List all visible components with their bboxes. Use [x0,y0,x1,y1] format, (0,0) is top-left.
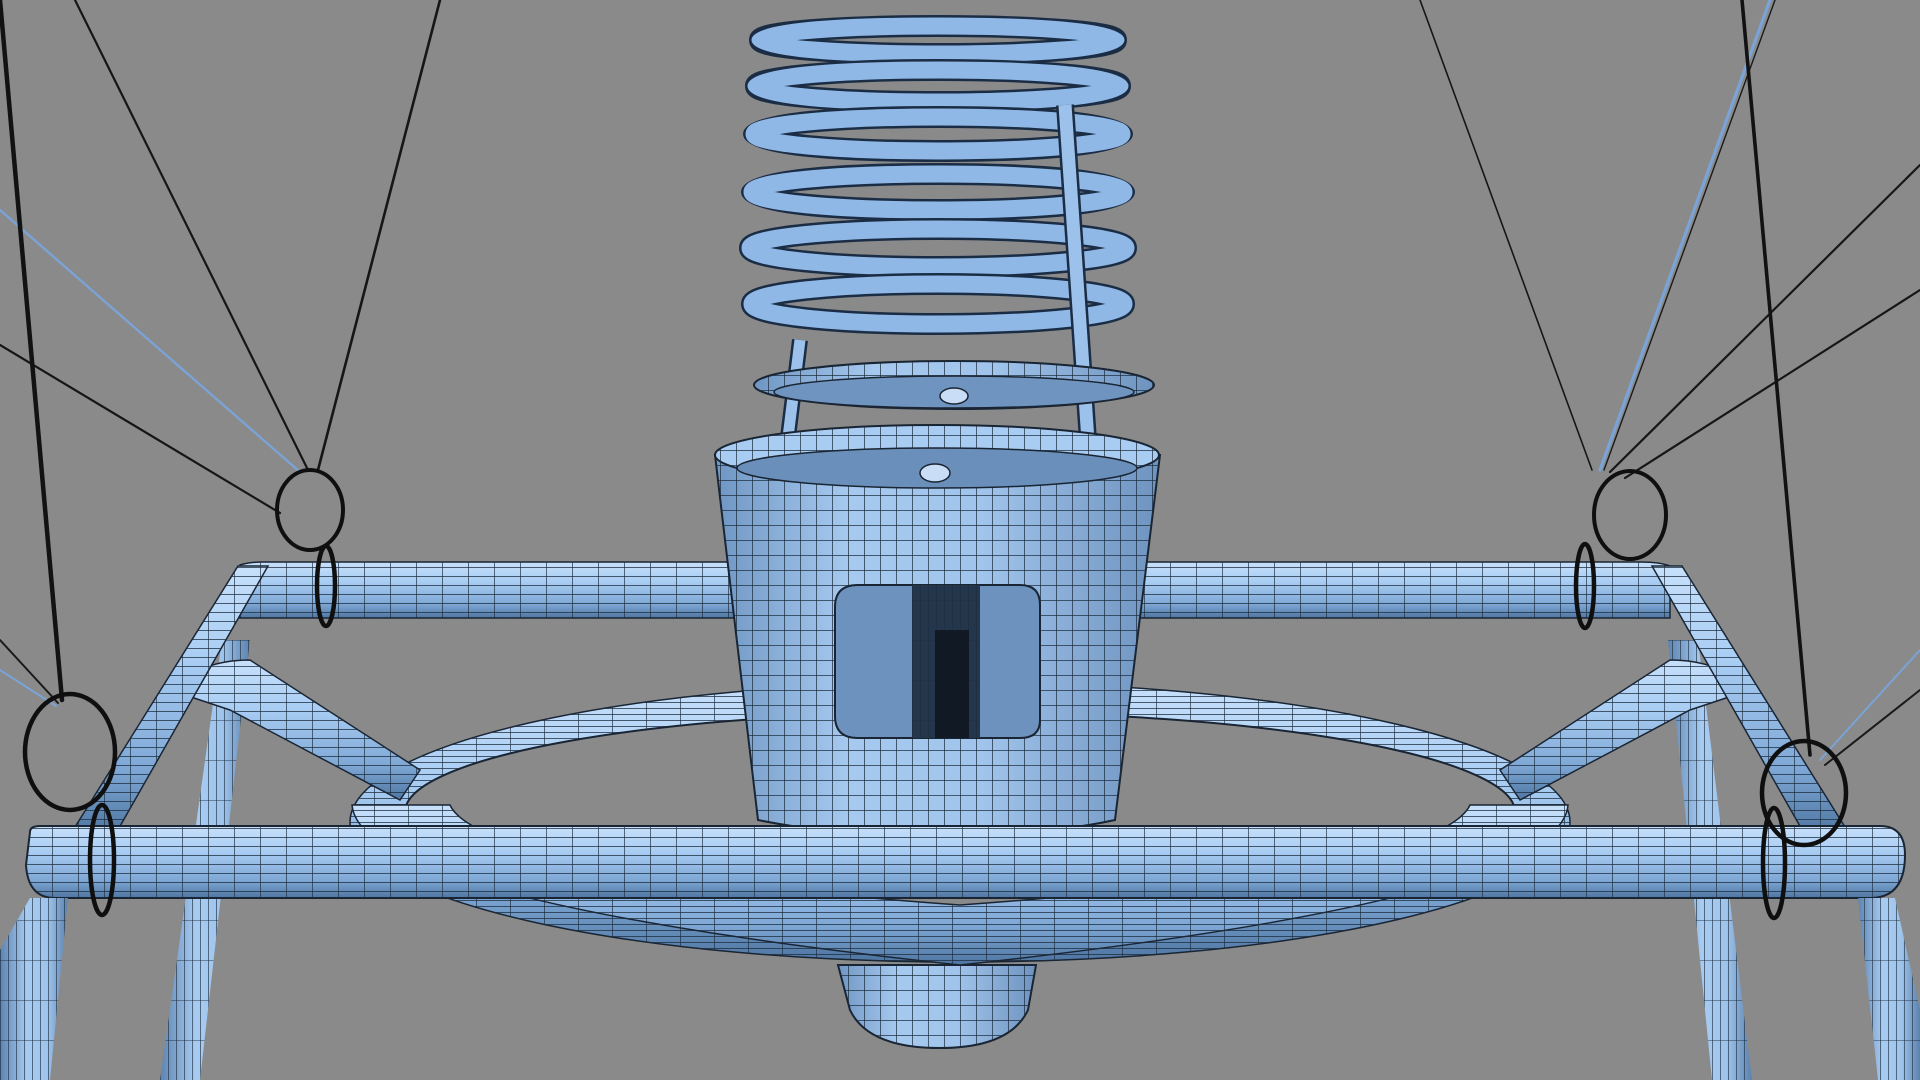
socket-cup [713,424,1162,838]
wireframe-render [0,0,1920,1080]
socket-upper-rim [753,360,1155,410]
frame-front-bar [24,825,1907,899]
screw-head-icon [919,463,951,483]
socket-bottom-cap [836,964,1038,1050]
3d-viewport[interactable] [0,0,1920,1080]
ring-icon [275,468,345,552]
ring-icon [1592,469,1668,561]
screw-head-icon [939,387,969,405]
ring-icon [22,691,118,813]
